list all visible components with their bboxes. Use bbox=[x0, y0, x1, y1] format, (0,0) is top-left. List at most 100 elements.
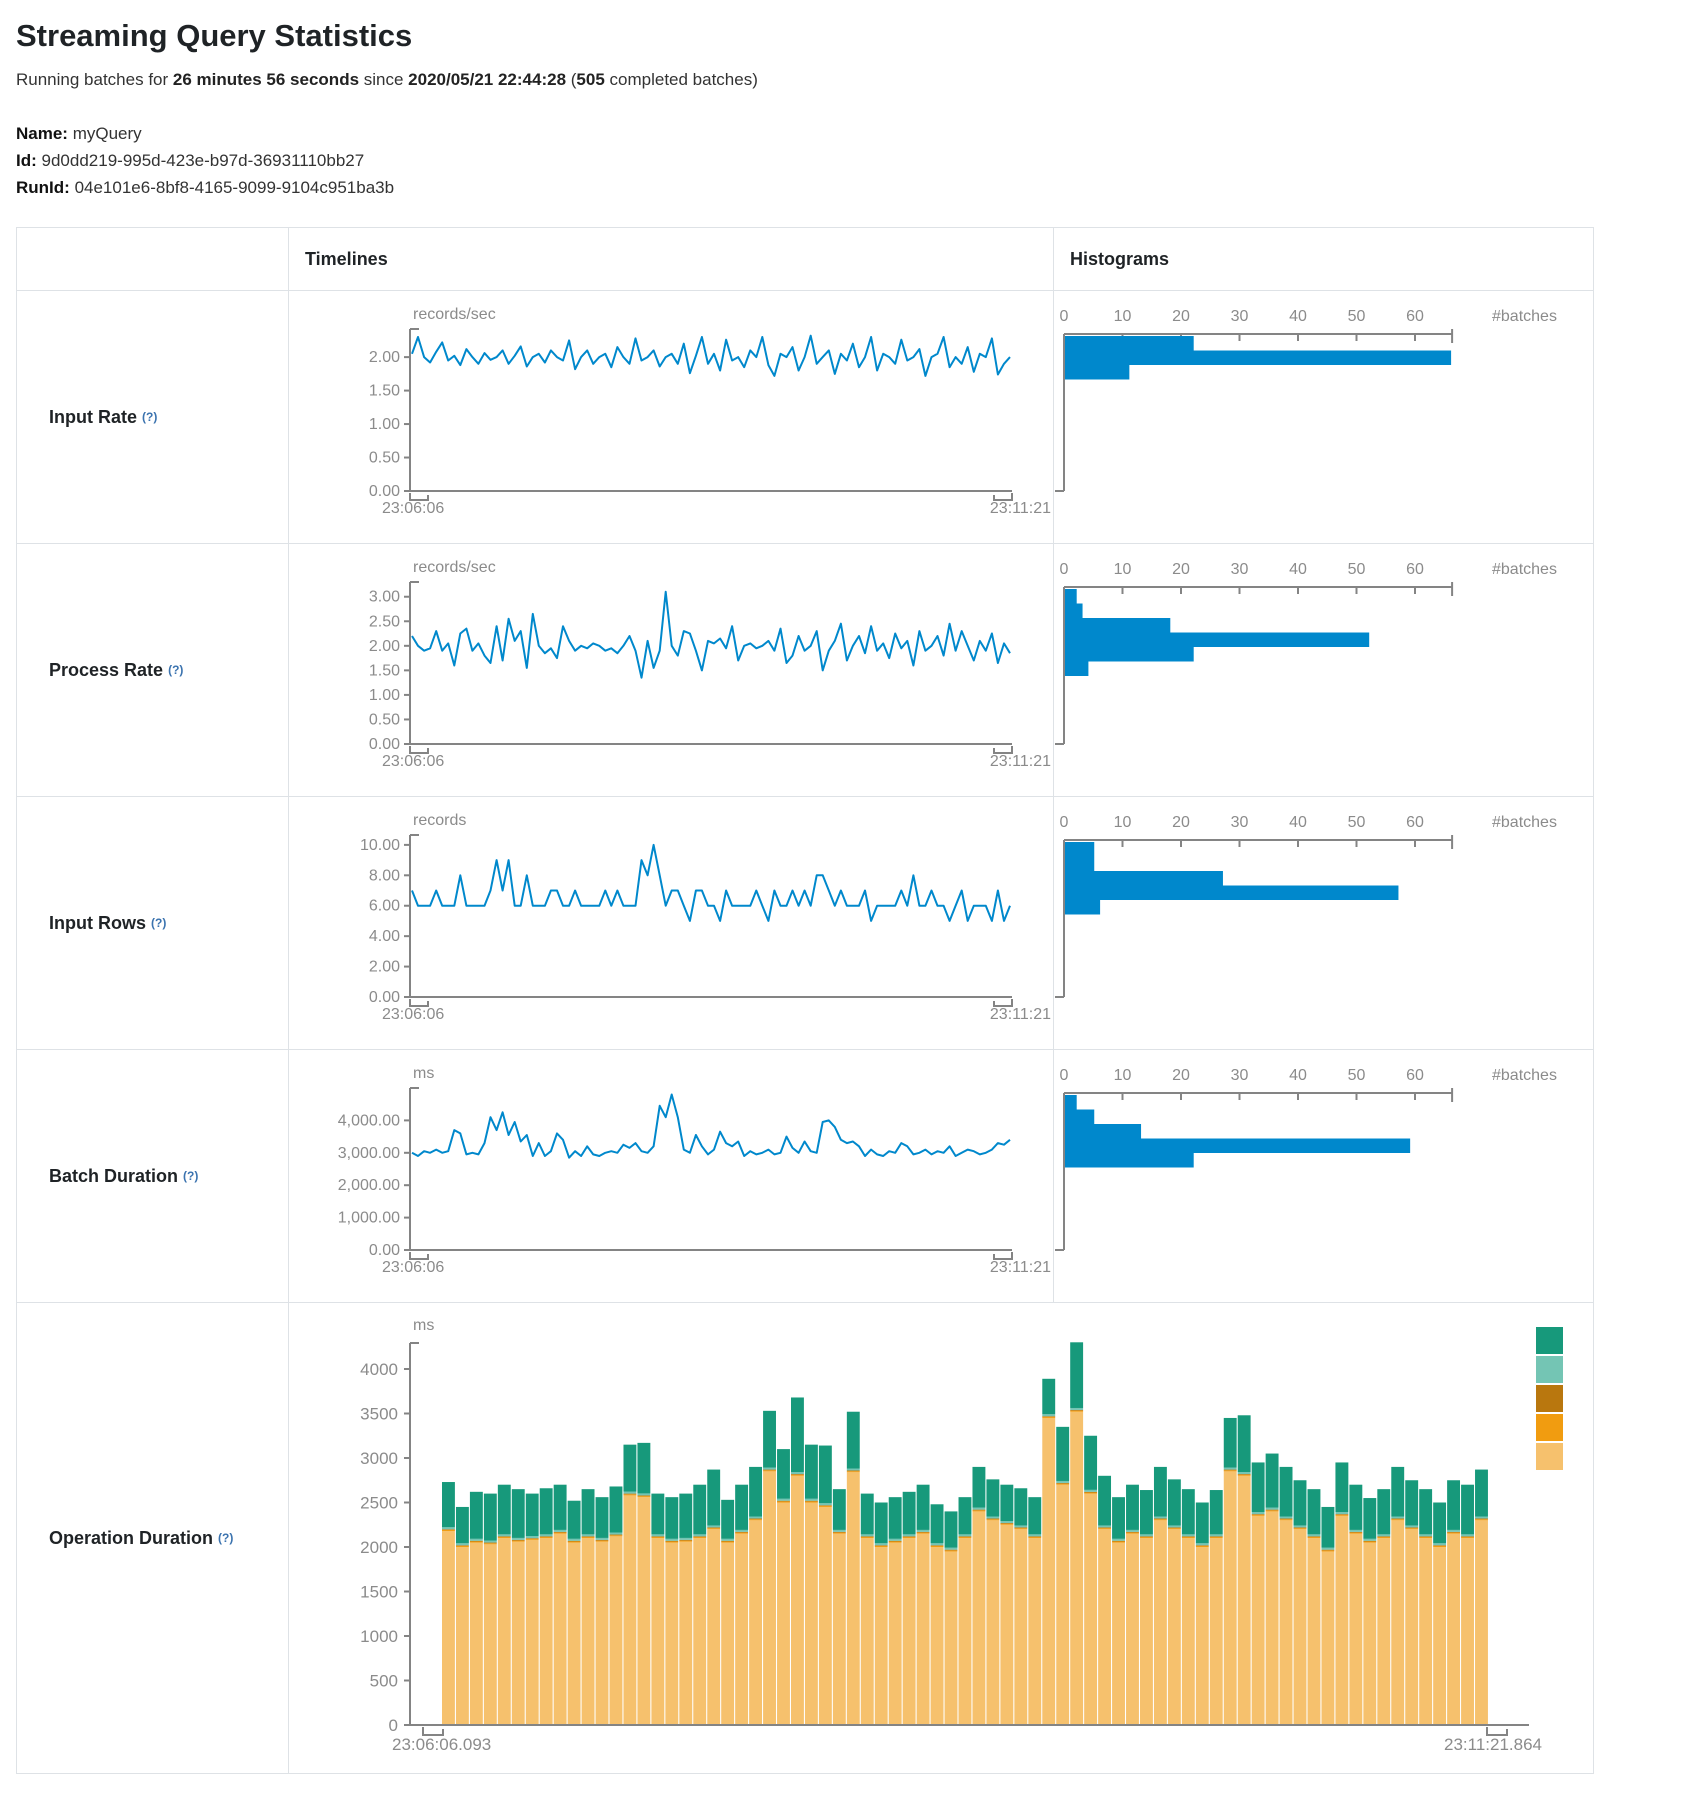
operation-duration-legend bbox=[1536, 1327, 1563, 1472]
svg-text:23:06:06: 23:06:06 bbox=[382, 500, 444, 517]
statistics-table: Timelines Histograms Input Rate(?) recor… bbox=[16, 227, 1594, 1774]
svg-text:2,000.00: 2,000.00 bbox=[338, 1177, 400, 1194]
batch-duration-help-icon[interactable]: (?) bbox=[183, 1169, 198, 1183]
svg-text:#batches: #batches bbox=[1492, 308, 1557, 325]
svg-text:0.00: 0.00 bbox=[369, 989, 400, 1006]
batch-duration-histogram-chart: 0102030405060#batches bbox=[1053, 1050, 1593, 1303]
svg-text:0.00: 0.00 bbox=[369, 483, 400, 500]
svg-text:40: 40 bbox=[1289, 561, 1307, 578]
input-rate-label: Input Rate bbox=[49, 407, 137, 428]
summary-middle: since bbox=[359, 70, 408, 89]
svg-text:23:06:06.093: 23:06:06.093 bbox=[392, 1735, 491, 1754]
input-rate-histogram-chart: 0102030405060#batches bbox=[1053, 291, 1593, 544]
legend-swatch-3 bbox=[1536, 1414, 1563, 1441]
svg-text:records/sec: records/sec bbox=[413, 306, 496, 323]
svg-text:3.00: 3.00 bbox=[369, 589, 400, 606]
svg-text:20: 20 bbox=[1172, 308, 1190, 325]
legend-swatch-4 bbox=[1536, 1443, 1563, 1470]
query-name-label: Name: bbox=[16, 124, 68, 143]
row-label-input-rows: Input Rows (?) bbox=[17, 797, 288, 1050]
process-rate-histogram-chart: 0 10 20 30 40 50 60 #batches bbox=[1053, 544, 1593, 797]
batch-duration-label: Batch Duration bbox=[49, 1166, 178, 1187]
operation-duration-stacked-chart: ms0500100015002000250030003500400023:06:… bbox=[288, 1303, 1593, 1773]
svg-text:40: 40 bbox=[1289, 1067, 1307, 1084]
query-id-value: 9d0dd219-995d-423e-b97d-36931110bb27 bbox=[42, 151, 365, 170]
svg-text:0.50: 0.50 bbox=[369, 711, 400, 728]
query-id-line: Id: 9d0dd219-995d-423e-b97d-36931110bb27 bbox=[16, 147, 1693, 174]
query-runid-line: RunId: 04e101e6-8bf8-4165-9099-9104c951b… bbox=[16, 174, 1693, 201]
svg-text:0.00: 0.00 bbox=[369, 736, 400, 753]
svg-text:#batches: #batches bbox=[1492, 1067, 1557, 1084]
svg-text:2.50: 2.50 bbox=[369, 613, 400, 630]
svg-text:1500: 1500 bbox=[360, 1583, 398, 1602]
svg-text:2000: 2000 bbox=[360, 1538, 398, 1557]
svg-text:2.00: 2.00 bbox=[369, 638, 400, 655]
running-batches-summary: Running batches for 26 minutes 56 second… bbox=[16, 70, 1693, 90]
query-name-line: Name: myQuery bbox=[16, 120, 1693, 147]
svg-text:0: 0 bbox=[1060, 308, 1069, 325]
svg-text:1.00: 1.00 bbox=[369, 687, 400, 704]
input-rows-help-icon[interactable]: (?) bbox=[151, 916, 166, 930]
summary-batch-count: 505 bbox=[576, 70, 604, 89]
svg-text:50: 50 bbox=[1348, 1067, 1366, 1084]
svg-text:50: 50 bbox=[1348, 814, 1366, 831]
svg-text:#batches: #batches bbox=[1492, 561, 1557, 578]
svg-text:23:11:21: 23:11:21 bbox=[990, 753, 1051, 770]
svg-text:0: 0 bbox=[1060, 1067, 1069, 1084]
svg-text:ms: ms bbox=[413, 1317, 434, 1334]
svg-text:0: 0 bbox=[1060, 561, 1069, 578]
summary-prefix: Running batches for bbox=[16, 70, 173, 89]
svg-text:2.00: 2.00 bbox=[369, 349, 400, 366]
query-meta: Name: myQuery Id: 9d0dd219-995d-423e-b97… bbox=[16, 120, 1693, 201]
svg-text:23:11:21: 23:11:21 bbox=[990, 1006, 1051, 1023]
process-rate-label: Process Rate bbox=[49, 660, 163, 681]
svg-text:30: 30 bbox=[1231, 561, 1249, 578]
svg-text:20: 20 bbox=[1172, 561, 1190, 578]
svg-text:1.00: 1.00 bbox=[369, 416, 400, 433]
svg-text:1.50: 1.50 bbox=[369, 383, 400, 400]
summary-suffix: completed batches) bbox=[605, 70, 758, 89]
svg-text:#batches: #batches bbox=[1492, 814, 1557, 831]
svg-text:3000: 3000 bbox=[360, 1449, 398, 1468]
process-rate-help-icon[interactable]: (?) bbox=[168, 663, 183, 677]
svg-text:500: 500 bbox=[370, 1672, 398, 1691]
svg-text:60: 60 bbox=[1406, 1067, 1424, 1084]
svg-text:1000: 1000 bbox=[360, 1627, 398, 1646]
svg-text:10: 10 bbox=[1114, 814, 1132, 831]
svg-text:30: 30 bbox=[1231, 1067, 1249, 1084]
svg-text:23:11:21.864: 23:11:21.864 bbox=[1444, 1735, 1542, 1754]
row-label-batch-duration: Batch Duration (?) bbox=[17, 1050, 288, 1303]
svg-text:3500: 3500 bbox=[360, 1405, 398, 1424]
svg-text:40: 40 bbox=[1289, 814, 1307, 831]
operation-duration-help-icon[interactable]: (?) bbox=[218, 1531, 233, 1545]
svg-text:3,000.00: 3,000.00 bbox=[338, 1145, 400, 1162]
svg-text:0: 0 bbox=[1060, 814, 1069, 831]
svg-text:10: 10 bbox=[1114, 561, 1132, 578]
svg-text:60: 60 bbox=[1406, 561, 1424, 578]
input-rate-help-icon[interactable]: (?) bbox=[142, 410, 157, 424]
histograms-column-header: Histograms bbox=[1053, 228, 1593, 291]
svg-text:60: 60 bbox=[1406, 814, 1424, 831]
row-label-input-rate: Input Rate (?) bbox=[17, 291, 288, 544]
svg-text:1.50: 1.50 bbox=[369, 662, 400, 679]
svg-text:ms: ms bbox=[413, 1065, 434, 1082]
legend-swatch-0 bbox=[1536, 1327, 1563, 1354]
svg-text:1,000.00: 1,000.00 bbox=[338, 1210, 400, 1227]
input-rate-timeline-chart: records/sec 0.00 0.50 1.00 1.50 2.00 23:06:06 2… bbox=[288, 291, 1053, 544]
operation-duration-label: Operation Duration bbox=[49, 1528, 213, 1549]
svg-text:23:06:06: 23:06:06 bbox=[382, 1259, 444, 1276]
input-rows-label: Input Rows bbox=[49, 913, 146, 934]
row-label-operation-duration: Operation Duration (?) bbox=[17, 1303, 288, 1773]
svg-text:50: 50 bbox=[1348, 308, 1366, 325]
summary-duration: 26 minutes 56 seconds bbox=[173, 70, 359, 89]
svg-text:50: 50 bbox=[1348, 561, 1366, 578]
svg-text:23:11:21: 23:11:21 bbox=[990, 500, 1051, 517]
svg-text:30: 30 bbox=[1231, 814, 1249, 831]
svg-text:23:11:21: 23:11:21 bbox=[990, 1259, 1051, 1276]
svg-text:0.00: 0.00 bbox=[369, 1242, 400, 1259]
svg-text:6.00: 6.00 bbox=[369, 898, 400, 915]
svg-text:20: 20 bbox=[1172, 814, 1190, 831]
svg-text:23:06:06: 23:06:06 bbox=[382, 1006, 444, 1023]
svg-text:4000: 4000 bbox=[360, 1360, 398, 1379]
svg-text:0.50: 0.50 bbox=[369, 450, 400, 467]
